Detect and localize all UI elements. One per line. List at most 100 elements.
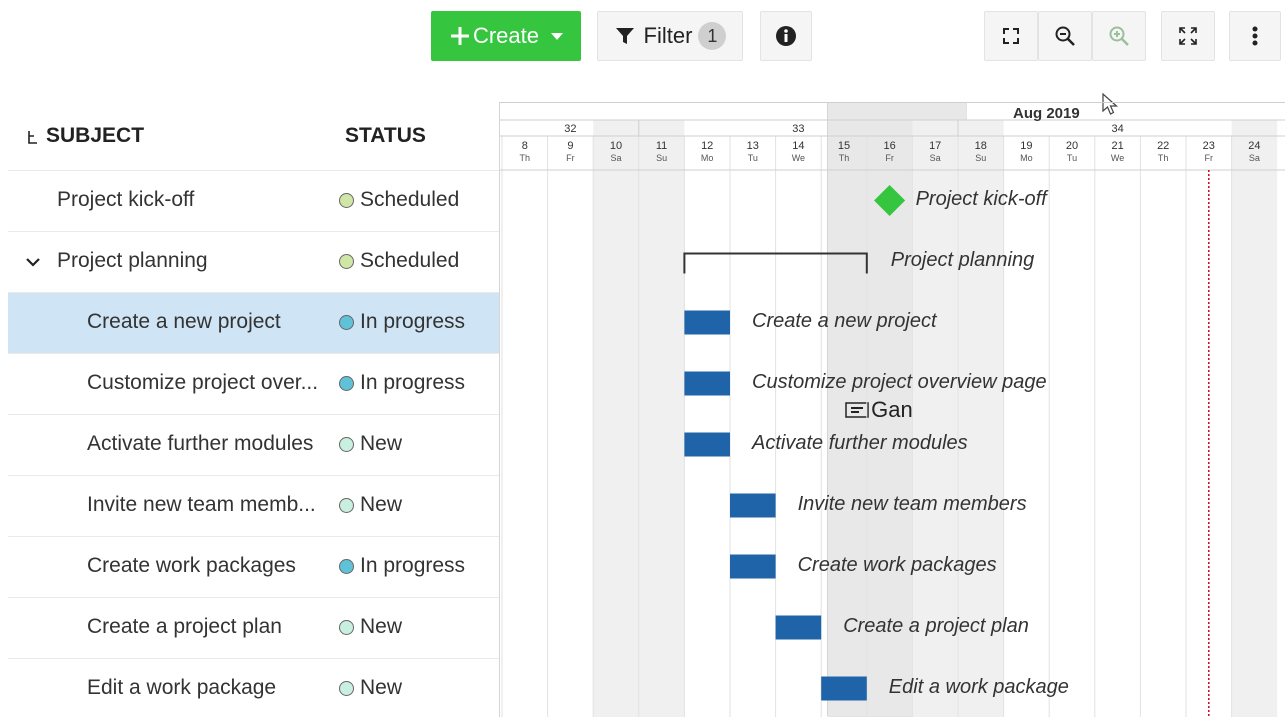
gantt-bar-label: Project planning [890,248,1035,271]
more-actions-button[interactable] [1229,11,1281,61]
filter-count-badge: 1 [698,22,727,50]
weekend-shade [638,120,685,717]
day-number-label: 20 [1065,140,1079,152]
fit-icon [1002,27,1020,45]
gantt-bar[interactable] [684,432,730,457]
zoom-in-icon [1108,25,1130,47]
filter-button[interactable]: Filter 1 [597,11,743,61]
row-subject[interactable]: Project planning [57,249,208,273]
day-name-label: Tu [1066,153,1078,163]
plus-icon [449,25,471,47]
gantt-bar[interactable] [730,554,776,579]
table-row[interactable]: Project kick-off Scheduled [8,170,499,231]
milestone-diamond[interactable] [874,184,906,217]
create-label: Create [472,23,540,48]
day-name-label: Th [1157,153,1169,163]
collapse-chevron-icon[interactable] [26,254,40,272]
table-row[interactable]: Edit a work package New [8,658,499,719]
table-row[interactable]: Create a project plan New [8,597,499,658]
day-name-label: We [791,153,806,163]
gantt-bar-label: Activate further modules [752,431,968,454]
row-status[interactable]: Scheduled [339,249,459,273]
table-row[interactable]: Project planning Scheduled [8,231,499,292]
fullscreen-button[interactable] [1161,11,1215,61]
day-name-label: Mo [1020,153,1033,163]
status-label: Scheduled [360,188,460,211]
day-number-label: 18 [974,140,987,152]
gantt-chart: Aug 2019 32 33 34 8 Th 9 Fr 10 Sa 11 Su 12 Mo 13 Tu 14 W… [499,102,1285,717]
row-status[interactable]: New [339,432,402,456]
row-status[interactable]: In progress [339,554,465,578]
row-status[interactable]: New [339,615,402,639]
status-dot-icon [339,619,354,635]
hierarchy-icon[interactable] [26,130,40,151]
status-label: New [360,676,403,699]
gantt-bar-label: Create work packages [797,553,997,576]
day-name-label: We [1110,153,1125,163]
kebab-menu-icon [1252,25,1258,47]
row-status[interactable]: New [339,676,402,700]
day-number-label: 21 [1111,140,1124,152]
day-number-label: 11 [655,140,668,152]
table-row[interactable]: Create a new project In progress [8,292,499,353]
row-subject[interactable]: Invite new team memb... [87,493,316,517]
status-column-header[interactable]: STATUS [345,124,426,148]
day-name-label: Mo [700,153,714,163]
day-number-label: 12 [701,140,714,152]
row-subject[interactable]: Create work packages [87,554,296,578]
info-icon [775,25,797,47]
row-status[interactable]: In progress [339,371,465,395]
table-row[interactable]: Invite new team memb... New [8,475,499,536]
day-number-label: 22 [1157,140,1170,152]
table-row[interactable]: Activate further modules New [8,414,499,475]
status-label: New [360,615,403,638]
create-button[interactable]: Create [431,11,581,61]
day-number-label: 9 [567,140,574,152]
status-label: In progress [360,554,466,577]
table-row[interactable]: Create work packages In progress [8,536,499,597]
day-name-label: Th [838,153,850,163]
day-number-label: 14 [792,140,805,152]
status-label: New [360,493,403,516]
fit-to-screen-button[interactable] [984,11,1038,61]
day-name-label: Sa [929,153,941,163]
gantt-bar[interactable] [684,371,730,396]
status-dot-icon [339,497,354,513]
table-row[interactable]: Customize project over... In progress [8,353,499,414]
day-number-label: 19 [1020,140,1033,152]
gantt-bar-label: Create a new project [752,309,937,332]
row-status[interactable]: In progress [339,310,465,334]
weekend-shade [593,120,639,717]
gantt-bar[interactable] [730,493,776,518]
day-name-label: Fr [885,153,894,163]
status-dot-icon [339,314,354,330]
row-status[interactable]: Scheduled [339,188,459,212]
day-number-label: 24 [1248,140,1261,152]
gantt-bar-label: Create a project plan [843,614,1029,637]
status-label: In progress [360,310,466,333]
row-subject[interactable]: Create a new project [87,310,281,334]
day-number-label: 15 [837,140,851,152]
status-label: In progress [360,371,466,394]
gantt-bar[interactable] [775,615,822,640]
info-button[interactable] [760,11,812,61]
row-subject[interactable]: Edit a work package [87,676,276,700]
expand-icon [1177,25,1199,47]
day-number-label: 23 [1202,140,1215,152]
row-status[interactable]: New [339,493,402,517]
row-subject[interactable]: Activate further modules [87,432,313,456]
status-label: Scheduled [360,249,460,272]
day-number-label: 13 [746,140,759,152]
day-name-label: Su [975,153,987,163]
row-subject[interactable]: Customize project over... [87,371,318,395]
day-name-label: Sa [1248,153,1260,163]
gantt-bar[interactable] [684,310,730,335]
row-subject[interactable]: Project kick-off [57,188,194,212]
row-subject[interactable]: Create a project plan [87,615,282,639]
gantt-bar[interactable] [821,676,867,701]
day-name-label: Fr [1204,153,1214,163]
status-dot-icon [339,558,354,574]
subject-column-header[interactable]: SUBJECT [46,124,144,148]
zoom-out-button[interactable] [1038,11,1092,61]
zoom-in-button[interactable] [1092,11,1146,61]
